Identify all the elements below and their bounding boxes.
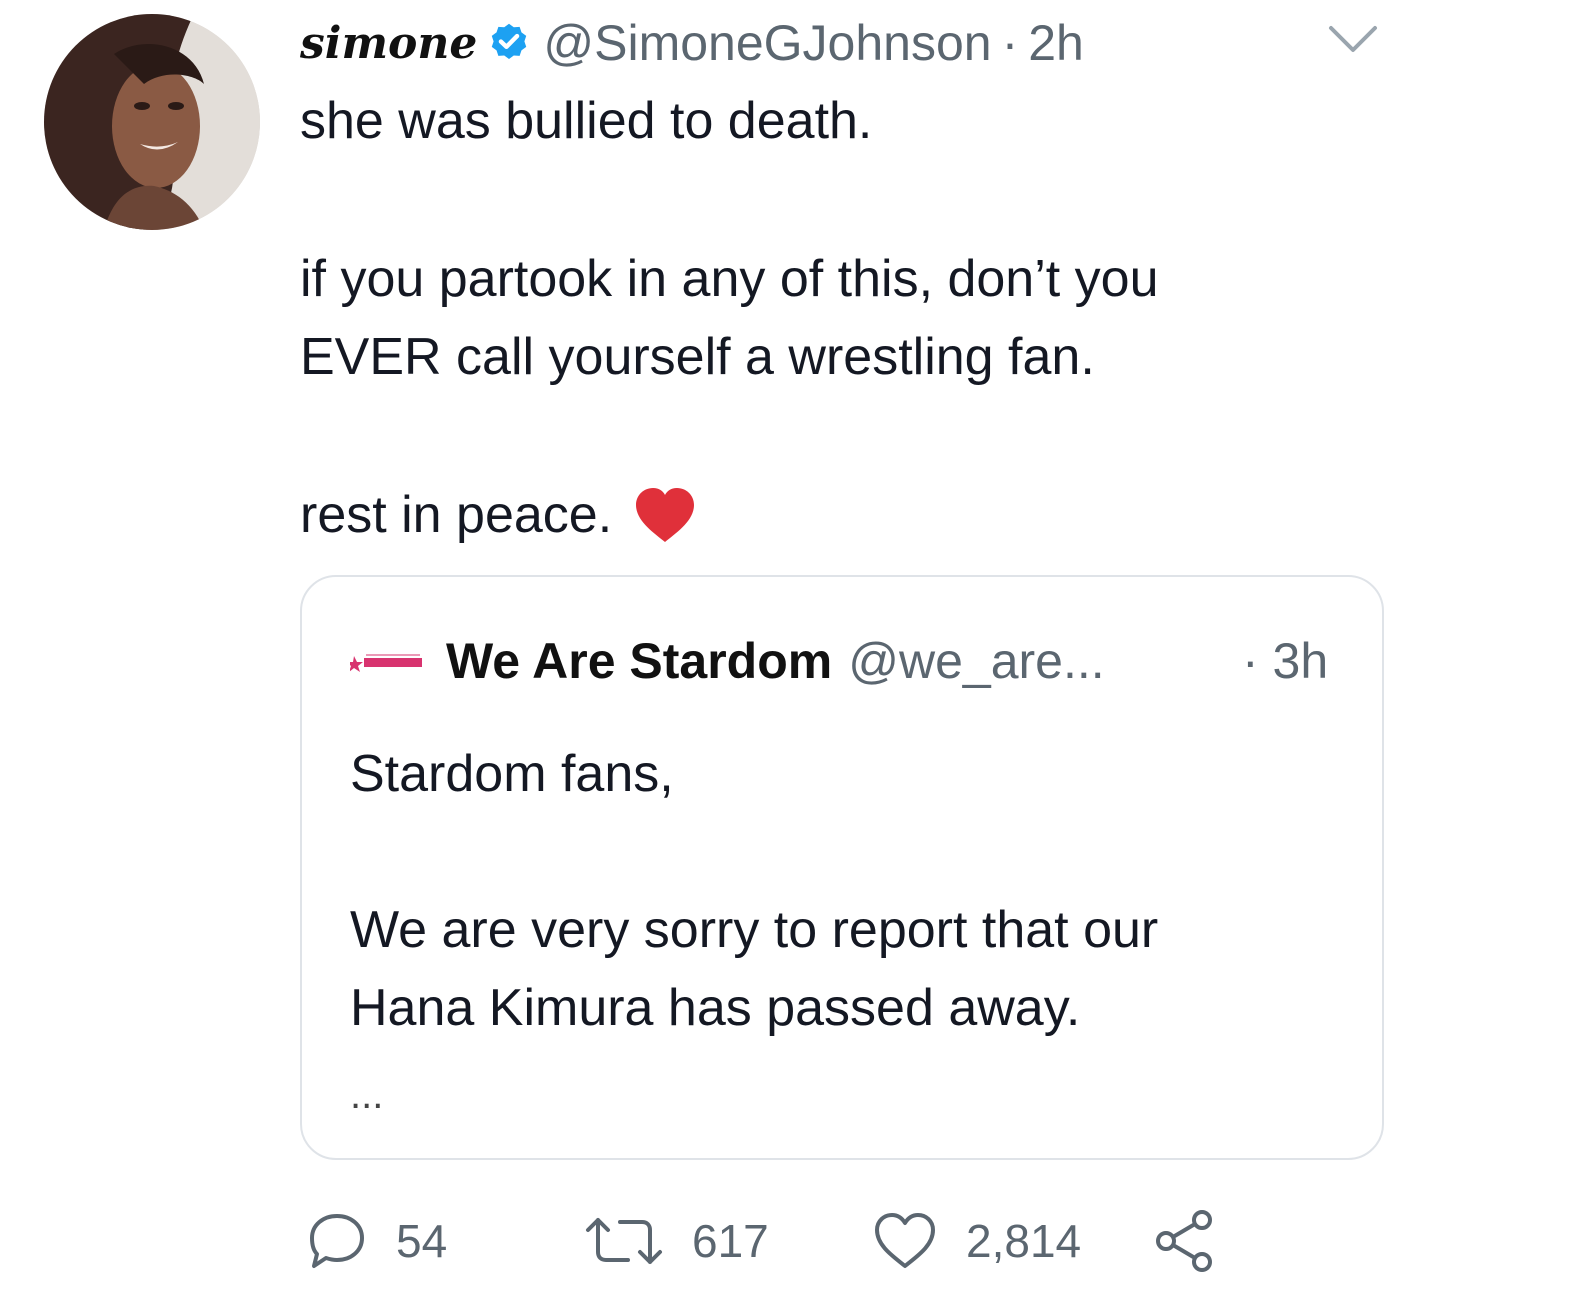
- verified-badge-icon: [487, 21, 531, 65]
- retweet-count: 617: [692, 1215, 769, 1267]
- stardom-logo-avatar[interactable]: [350, 646, 426, 676]
- tweet-header: simone @SimoneGJohnson · 2h: [300, 10, 1084, 76]
- retweet-icon: [586, 1218, 662, 1264]
- quoted-tweet-text-line: Stardom fans,: [350, 745, 674, 803]
- quoted-author-name[interactable]: We Are Stardom: [446, 632, 832, 690]
- quoted-tweet-truncation: ...: [350, 1073, 384, 1117]
- reply-icon: [310, 1214, 364, 1268]
- reply-count: 54: [396, 1215, 448, 1267]
- author-avatar[interactable]: [44, 14, 260, 230]
- retweet-button[interactable]: 617: [584, 1206, 769, 1276]
- tweet-text-line: if you partook in any of this, don’t you: [300, 250, 1159, 308]
- quoted-tweet-card[interactable]: We Are Stardom @we_are... · 3h Stardom f…: [300, 575, 1384, 1160]
- tweet-action-bar: 54 617 2,814: [0, 1206, 1578, 1276]
- author-display-name[interactable]: simone: [300, 18, 477, 69]
- tweet-text-line: rest in peace.: [300, 486, 613, 544]
- quoted-tweet-text-line: Hana Kimura has passed away.: [350, 979, 1081, 1037]
- like-button[interactable]: 2,814: [872, 1206, 1081, 1276]
- reply-button[interactable]: 54: [306, 1206, 447, 1276]
- quoted-tweet-timestamp: · 3h: [1242, 633, 1329, 689]
- quoted-tweet-header: We Are Stardom @we_are...: [350, 629, 1105, 693]
- like-count: 2,814: [966, 1215, 1082, 1267]
- share-button[interactable]: [1152, 1206, 1218, 1276]
- quoted-author-handle[interactable]: @we_are...: [848, 632, 1104, 690]
- tweet-text-line: EVER call yourself a wrestling fan.: [300, 328, 1095, 386]
- quoted-tweet-text-line: We are very sorry to report that our: [350, 901, 1159, 959]
- author-handle[interactable]: @SimoneGJohnson: [543, 14, 991, 72]
- tweet-text-line: she was bullied to death.: [300, 92, 873, 150]
- tweet-timestamp[interactable]: 2h: [1028, 14, 1084, 72]
- header-separator: ·: [1001, 15, 1019, 71]
- chevron-down-icon[interactable]: [1325, 22, 1381, 56]
- like-heart-icon: [875, 1213, 935, 1268]
- tweet-text-line-with-emoji: rest in peace.: [300, 476, 698, 554]
- share-icon: [1156, 1210, 1212, 1272]
- red-heart-emoji-icon: [632, 485, 698, 545]
